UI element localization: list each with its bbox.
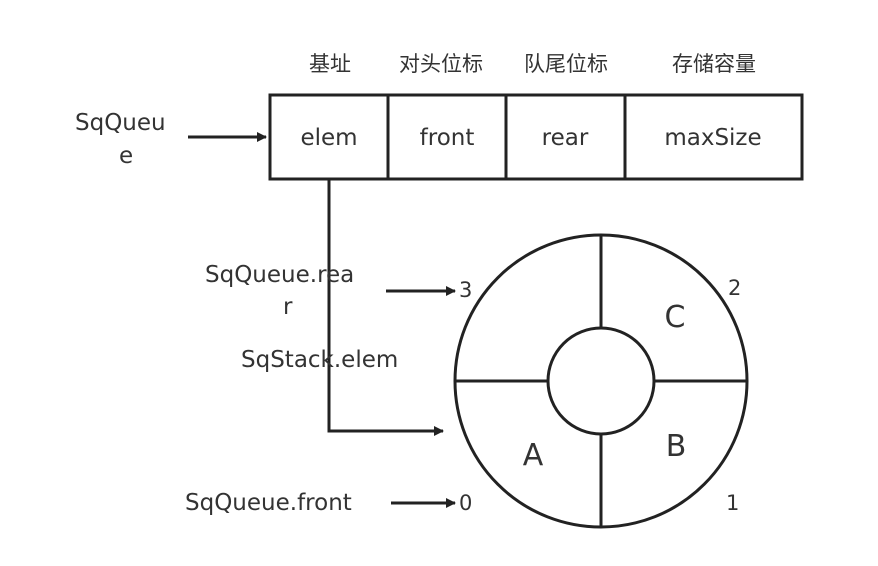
cell-a: A [523, 438, 544, 473]
header-capacity: 存储容量 [672, 52, 756, 76]
field-front: front [420, 125, 475, 151]
cell-c: C [665, 300, 686, 335]
sqqueue-label-line2: e [119, 143, 133, 169]
inner-ring [546, 326, 656, 436]
front-label: SqQueue.front [185, 490, 352, 516]
field-maxsize: maxSize [664, 125, 761, 151]
sqqueue-label-line1: SqQueu [75, 110, 166, 136]
elem-pointer-arrow [327, 179, 444, 436]
cell-b: B [666, 429, 687, 464]
index-0: 0 [459, 491, 472, 515]
index-3: 3 [459, 278, 472, 302]
header-rear-index: 队尾位标 [524, 52, 608, 76]
field-rear: rear [542, 125, 589, 151]
field-elem: elem [300, 125, 357, 151]
elem-label: SqStack.elem [241, 347, 398, 373]
header-base-address: 基址 [309, 52, 351, 76]
index-2: 2 [728, 276, 741, 300]
queue-diagram: 基址 对头位标 队尾位标 存储容量 elem front rear maxSiz… [75, 52, 804, 529]
sqqueue-struct: elem front rear maxSize [268, 93, 804, 181]
rear-label-line2: r [283, 294, 293, 320]
header-front-index: 对头位标 [399, 52, 483, 76]
rear-label-line1: SqQueue.rea [205, 262, 354, 288]
index-1: 1 [726, 491, 739, 515]
circular-buffer: C A B [453, 233, 749, 529]
